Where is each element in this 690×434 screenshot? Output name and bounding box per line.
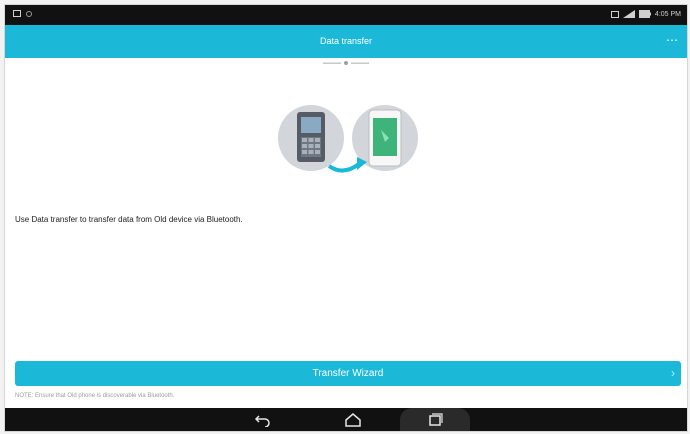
note-text: NOTE: Ensure that Old phone is discovera… [15, 393, 175, 399]
transfer-wizard-button[interactable]: Transfer Wizard › [15, 361, 681, 386]
page-indicator-line [351, 62, 369, 64]
overflow-menu-icon[interactable]: ⋯ [666, 33, 679, 47]
new-phone-icon [368, 109, 402, 167]
transfer-wizard-label: Transfer Wizard [312, 368, 384, 379]
page-indicator-dot [344, 61, 348, 65]
recents-icon[interactable] [425, 413, 445, 427]
page-title: Data transfer [319, 36, 373, 46]
description-text: Use Data transfer to transfer data from … [15, 215, 243, 224]
notification-icon [13, 10, 21, 17]
arrow-icon [327, 162, 361, 173]
status-bar: 4:05 PM [5, 5, 687, 25]
page-indicator-line [323, 62, 341, 64]
status-time: 4:05 PM [654, 10, 681, 18]
back-icon[interactable] [253, 413, 273, 428]
chevron-right-icon: › [671, 366, 675, 380]
device-screen: 4:05 PM Data transfer ⋯ Use Data transfe… [4, 4, 688, 432]
transfer-illustration [278, 105, 418, 173]
old-phone-icon [297, 112, 325, 162]
navigation-bar [5, 408, 687, 431]
app-bar: Data transfer ⋯ [5, 25, 687, 58]
sim-icon [610, 10, 619, 18]
home-icon[interactable] [343, 413, 363, 427]
battery-icon [638, 10, 651, 18]
signal-icon [622, 10, 635, 18]
settings-icon [26, 10, 32, 17]
page-indicator [323, 61, 369, 65]
